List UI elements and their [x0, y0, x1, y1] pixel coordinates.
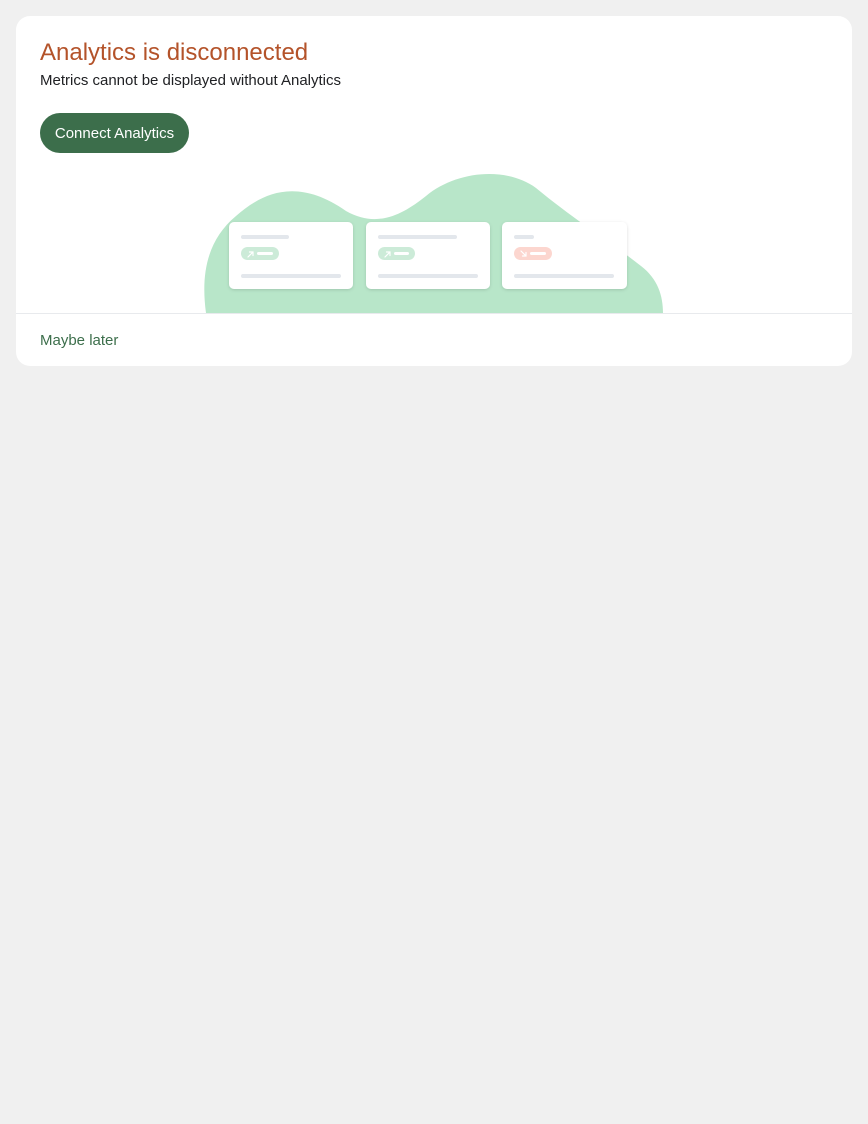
analytics-disconnected-banner: Analytics is disconnected Metrics cannot… — [16, 16, 852, 366]
footer-divider — [16, 313, 852, 314]
banner-description: Metrics cannot be displayed without Anal… — [40, 72, 341, 89]
connect-analytics-button[interactable]: Connect Analytics — [40, 113, 189, 153]
banner-title: Analytics is disconnected — [40, 39, 309, 66]
maybe-later-button[interactable]: Maybe later — [40, 331, 118, 351]
analytics-illustration — [204, 174, 663, 313]
